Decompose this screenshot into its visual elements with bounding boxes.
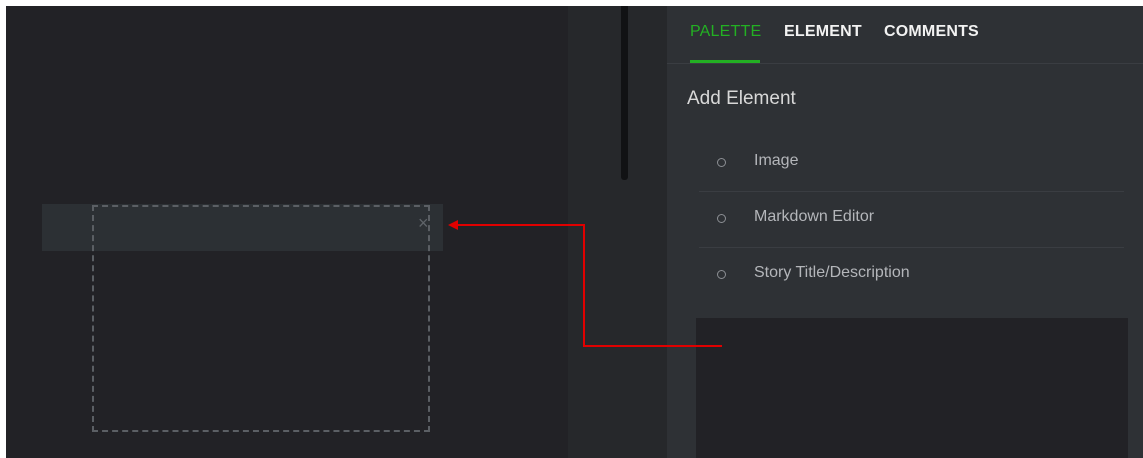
- tab-palette[interactable]: PALETTE: [690, 23, 761, 41]
- panel-tabs: PALETTE ELEMENT COMMENTS: [667, 6, 1143, 64]
- palette-item-markdown-editor[interactable]: Markdown Editor: [699, 192, 1124, 248]
- tab-comments[interactable]: COMMENTS: [884, 23, 979, 41]
- circle-outline-icon: [717, 158, 726, 167]
- section-title: Add Element: [687, 88, 796, 109]
- palette-item-image[interactable]: Image: [699, 136, 1124, 192]
- canvas-gutter: [568, 6, 667, 458]
- active-tab-indicator: [690, 60, 760, 63]
- element-preview: [696, 318, 1128, 458]
- circle-outline-icon: [717, 270, 726, 279]
- canvas-scrollbar[interactable]: [621, 6, 628, 180]
- close-icon[interactable]: ×: [418, 214, 429, 232]
- palette-item-label: Markdown Editor: [754, 208, 875, 225]
- palette-item-label: Story Title/Description: [754, 264, 910, 281]
- circle-outline-icon: [717, 214, 726, 223]
- element-drop-zone[interactable]: [92, 205, 430, 432]
- tab-element[interactable]: ELEMENT: [784, 23, 862, 41]
- palette-item-story-title[interactable]: Story Title/Description: [699, 248, 1124, 303]
- right-panel: PALETTE ELEMENT COMMENTS Add Element Ima…: [667, 6, 1143, 458]
- palette-item-label: Image: [754, 152, 799, 169]
